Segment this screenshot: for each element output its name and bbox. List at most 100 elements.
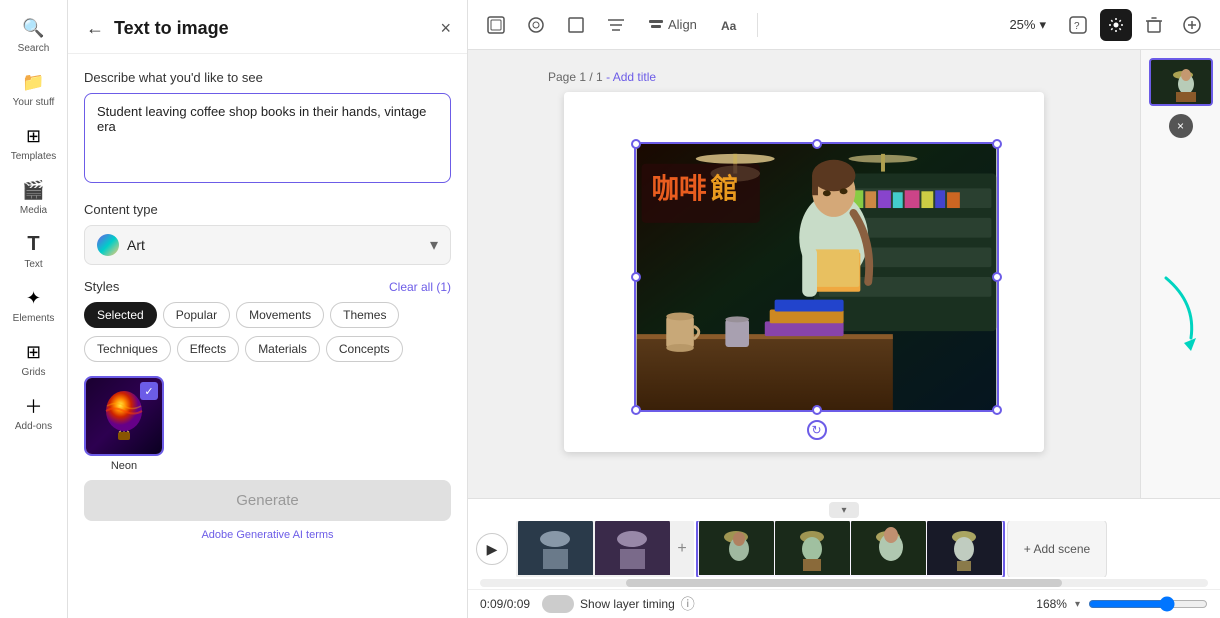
zoom-slider: 168% ▾ (1036, 596, 1208, 612)
tag-selected[interactable]: Selected (84, 302, 157, 328)
zoom-range-input[interactable] (1088, 596, 1208, 612)
tag-movements[interactable]: Movements (236, 302, 324, 328)
add-scene-button[interactable]: + Add scene (1007, 521, 1107, 577)
settings-button[interactable] (1100, 9, 1132, 41)
frame-icon (486, 15, 506, 35)
page-label: Page 1 / 1 - Add title (548, 70, 656, 84)
frame-tool-button[interactable] (480, 9, 512, 41)
timeline-scrollbar[interactable] (480, 579, 1208, 587)
translate-icon: Aa (719, 15, 739, 35)
tag-concepts[interactable]: Concepts (326, 336, 403, 362)
close-thumbnail-button[interactable]: × (1169, 114, 1193, 138)
tag-techniques[interactable]: Techniques (84, 336, 171, 362)
zoom-chevron-icon: ▾ (1075, 599, 1080, 610)
generate-button[interactable]: Generate (84, 480, 451, 521)
back-button[interactable]: ← (84, 16, 106, 41)
timeline-collapse-button[interactable]: ▾ (829, 502, 859, 518)
timeline-footer: 0:09/0:09 Show layer timing ⓘ 168% ▾ (468, 589, 1220, 618)
show-layer-label: Show layer timing (580, 597, 675, 611)
tag-popular[interactable]: Popular (163, 302, 230, 328)
canvas-area: Page 1 / 1 - Add title (468, 50, 1220, 498)
translate-button[interactable]: Aa (713, 9, 745, 41)
timeline-main: ▶ (468, 521, 1220, 577)
sidebar-item-media[interactable]: 🎬 Media (0, 170, 67, 224)
selected-image[interactable]: 咖啡 館 (634, 142, 999, 412)
sidebar-item-label: Your stuff (13, 97, 55, 108)
zoom-value: 25% (1009, 17, 1035, 32)
svg-text:Aa: Aa (721, 19, 737, 33)
sidebar-item-label: Add-ons (15, 421, 52, 432)
panel-header: ← Text to image × (68, 0, 467, 54)
circle-icon (526, 15, 546, 35)
add-ons-icon: ＋ (22, 394, 46, 418)
add-title-link[interactable]: - Add title (606, 70, 656, 84)
scene-clip-active-3[interactable] (851, 521, 926, 577)
help-button[interactable]: ? (1062, 9, 1094, 41)
align-button[interactable]: Align (640, 11, 705, 39)
canvas-page[interactable]: 咖啡 館 (564, 92, 1044, 452)
rotate-handle[interactable]: ↻ (807, 420, 827, 440)
scene-thumbnail[interactable] (1149, 58, 1213, 106)
timeline-scroll[interactable]: + 3.2s (516, 521, 1212, 577)
handle-bottom-right[interactable] (992, 405, 1002, 415)
handle-middle-right[interactable] (992, 272, 1002, 282)
style-check-neon: ✓ (140, 382, 158, 400)
styles-row: Styles Clear all (1) (84, 279, 451, 294)
circle-tool-button[interactable] (520, 9, 552, 41)
crop-tool-button[interactable] (560, 9, 592, 41)
sidebar-item-label: Elements (13, 313, 55, 324)
trash-button[interactable] (1138, 9, 1170, 41)
main-area: Align Aa 25% ▾ ? (468, 0, 1220, 618)
panel-body: Describe what you'd like to see Student … (68, 54, 467, 618)
play-button[interactable]: ▶ (476, 533, 508, 565)
toolbar-divider (757, 13, 758, 37)
content-type-select[interactable]: Art ▾ (84, 225, 451, 265)
handle-bottom-middle[interactable] (812, 405, 822, 415)
layer-timing-toggle[interactable] (542, 595, 574, 613)
handle-middle-left[interactable] (631, 272, 641, 282)
handle-top-right[interactable] (992, 139, 1002, 149)
help-icon: ? (1068, 15, 1088, 35)
sidebar-item-text[interactable]: T Text (0, 224, 67, 278)
handle-bottom-left[interactable] (631, 405, 641, 415)
info-icon[interactable]: ⓘ (681, 594, 695, 614)
zoom-control[interactable]: 25% ▾ (1009, 17, 1046, 33)
add-button[interactable] (1176, 9, 1208, 41)
styles-label: Styles (84, 279, 119, 294)
ai-terms-link[interactable]: Adobe Generative AI terms (84, 529, 451, 541)
clip-add-btn[interactable]: + (672, 521, 692, 577)
sidebar-item-grids[interactable]: ⊞ Grids (0, 332, 67, 386)
text-to-image-panel: ← Text to image × Describe what you'd li… (68, 0, 468, 618)
sidebar-item-add-ons[interactable]: ＋ Add-ons (0, 386, 67, 440)
scene-clip-2[interactable] (595, 521, 670, 577)
gear-icon (1108, 17, 1124, 33)
clear-all-button[interactable]: Clear all (1) (389, 280, 451, 294)
scene-clip-active-1[interactable] (699, 521, 774, 577)
scene-clip-active-4[interactable] (927, 521, 1002, 577)
close-panel-button[interactable]: × (440, 18, 451, 39)
tag-effects[interactable]: Effects (177, 336, 239, 362)
handle-top-left[interactable] (631, 139, 641, 149)
sidebar-item-elements[interactable]: ✦ Elements (0, 278, 67, 332)
content-type-icon (97, 234, 119, 256)
sidebar-item-templates[interactable]: ⊞ Templates (0, 116, 67, 170)
align-lines-button[interactable] (600, 9, 632, 41)
time-display: 0:09/0:09 (480, 597, 530, 611)
style-item-neon[interactable]: ✓ Neon (84, 376, 164, 472)
right-panel: × (1140, 50, 1220, 498)
svg-text:咖啡: 咖啡 (651, 173, 707, 204)
scene-clip-1[interactable] (518, 521, 593, 577)
prompt-textarea[interactable]: Student leaving coffee shop books in the… (84, 93, 451, 183)
tag-materials[interactable]: Materials (245, 336, 320, 362)
timeline-zoom-value: 168% (1036, 597, 1067, 611)
handle-top-middle[interactable] (812, 139, 822, 149)
tag-themes[interactable]: Themes (330, 302, 399, 328)
align-label: Align (668, 17, 697, 32)
svg-text:館: 館 (711, 173, 739, 204)
sidebar-item-search[interactable]: 🔍 Search (0, 8, 67, 62)
sidebar-item-your-stuff[interactable]: 📁 Your stuff (0, 62, 67, 116)
timeline-scrollbar-thumb[interactable] (626, 579, 1063, 587)
scene-clip-active-2[interactable] (775, 521, 850, 577)
canvas-scroll[interactable]: Page 1 / 1 - Add title (468, 50, 1140, 498)
sidebar-item-label: Templates (11, 151, 57, 162)
